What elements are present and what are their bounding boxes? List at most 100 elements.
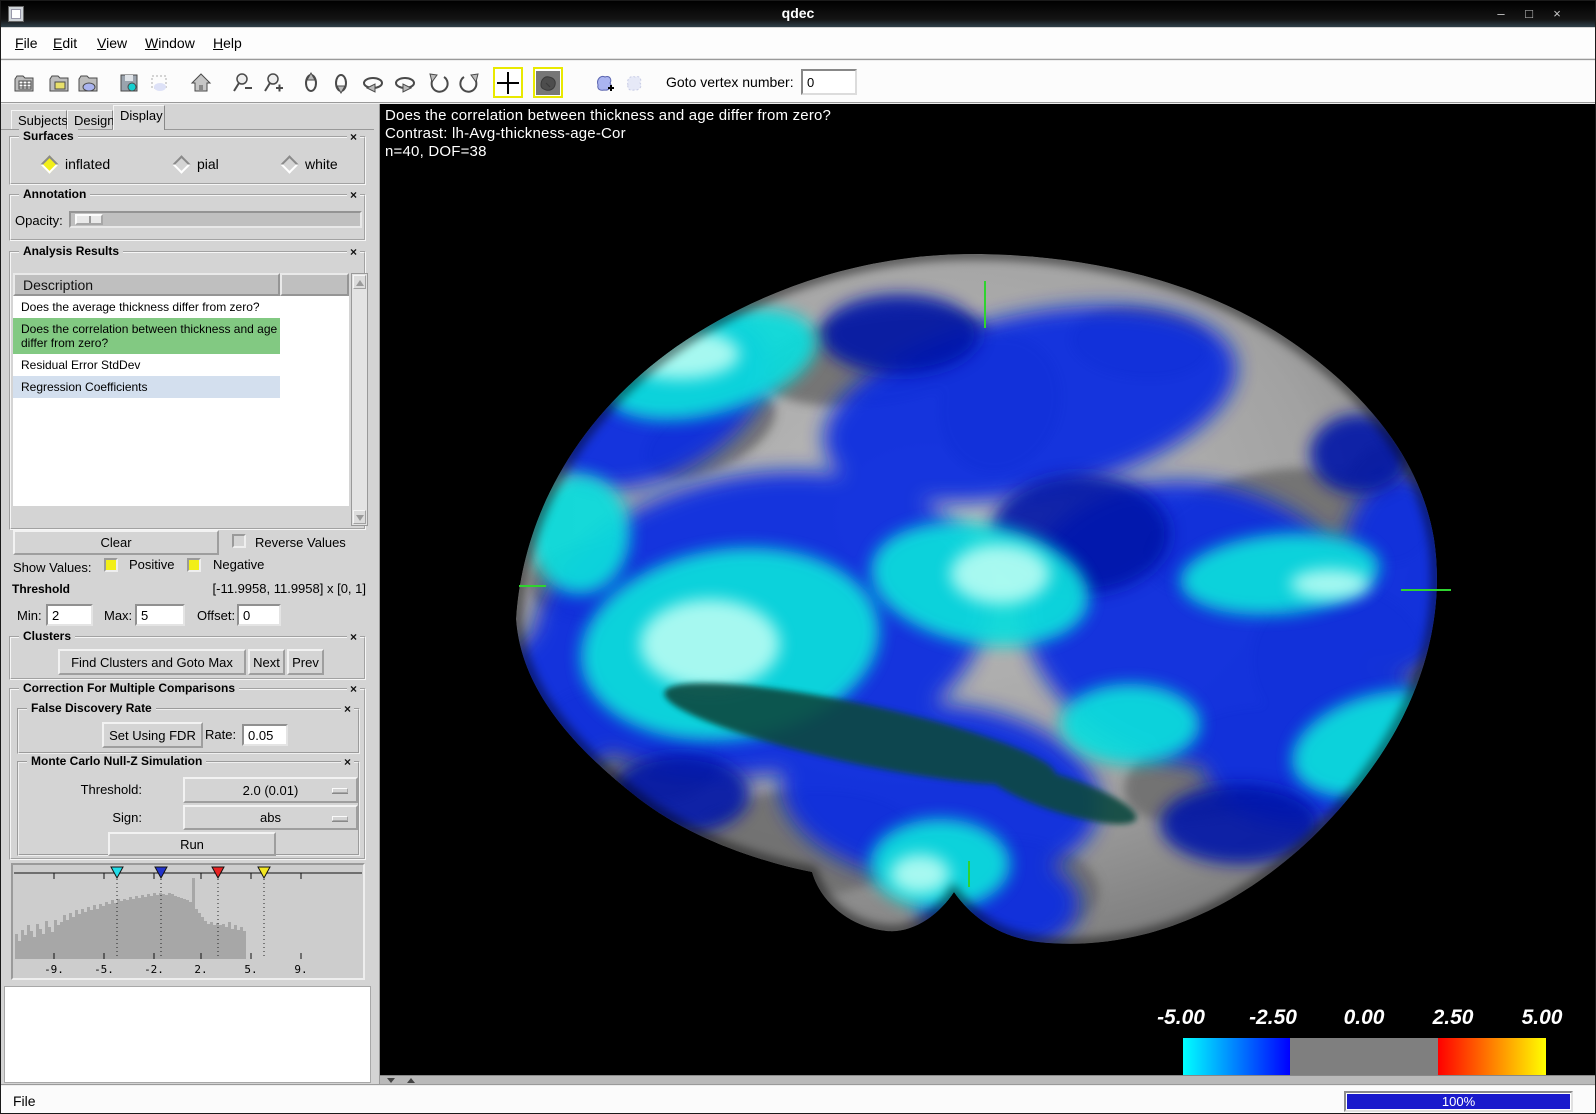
correction-group-close-icon[interactable]: ×	[347, 682, 360, 696]
empty-column-header[interactable]	[280, 273, 349, 296]
rate-label: Rate:	[205, 727, 236, 742]
zoom-out-icon[interactable]	[228, 67, 258, 98]
reverse-values-label: Reverse Values	[255, 535, 346, 550]
rotate-cw-icon[interactable]	[454, 67, 484, 98]
set-using-fdr-button[interactable]: Set Using FDR	[102, 722, 203, 748]
load-label-icon[interactable]	[73, 67, 103, 98]
analysis-results-group-close-icon[interactable]: ×	[347, 245, 360, 259]
goto-vertex-input[interactable]	[801, 69, 857, 95]
home-view-icon[interactable]	[186, 67, 216, 98]
find-clusters-button[interactable]: Find Clusters and Goto Max	[58, 649, 246, 675]
svg-text:5.: 5.	[244, 963, 257, 976]
rotate-ccw-icon[interactable]	[424, 67, 454, 98]
menu-edit[interactable]: Edit	[53, 35, 77, 51]
analysis-results-group: Analysis Results × Description Does the …	[9, 251, 366, 530]
svg-text:9.: 9.	[294, 963, 307, 976]
value-histogram[interactable]: -9.-5.-2.2.5.9.	[11, 863, 365, 980]
colorbar-segment	[1183, 1038, 1290, 1075]
mc-threshold-dropdown[interactable]: 2.0 (0.01)	[183, 777, 358, 803]
mc-sign-dropdown[interactable]: abs	[183, 805, 358, 830]
analysis-results-scrollbar[interactable]	[351, 273, 368, 526]
colorbar-tick-label: 5.00	[1522, 1006, 1563, 1030]
analysis-result-row[interactable]: Does the correlation between thickness a…	[13, 318, 280, 354]
svg-text:-5.: -5.	[94, 963, 114, 976]
prev-cluster-button[interactable]: Prev	[287, 649, 324, 675]
annotation-group-title: Annotation	[19, 187, 90, 201]
clear-button[interactable]: Clear	[13, 530, 219, 555]
run-simulation-button[interactable]: Run	[108, 832, 276, 856]
offset-label: Offset:	[197, 608, 235, 623]
surface-viewer[interactable]: Does the correlation between thickness a…	[380, 104, 1596, 1075]
tab-subjects[interactable]: Subjects	[11, 110, 67, 130]
save-label-icon[interactable]	[144, 67, 174, 98]
clusters-group: Clusters × Find Clusters and Goto Max Ne…	[9, 636, 366, 680]
surfaces-group-close-icon[interactable]: ×	[347, 130, 360, 144]
surface-label-inflated: inflated	[65, 156, 110, 172]
close-button[interactable]: ×	[1549, 6, 1565, 22]
monte-carlo-group-title: Monte Carlo Null-Z Simulation	[27, 754, 206, 768]
menu-help[interactable]: Help	[213, 35, 242, 51]
opacity-slider-thumb[interactable]	[75, 214, 103, 225]
annotation-group-close-icon[interactable]: ×	[347, 188, 360, 202]
scrollbar-down-arrow-icon[interactable]	[353, 510, 366, 524]
surface-radio-inflated[interactable]	[40, 155, 58, 173]
cursor-crosshair-icon[interactable]	[493, 67, 523, 98]
description-column-header[interactable]: Description	[13, 273, 280, 296]
correction-group: Correction For Multiple Comparisons × Fa…	[9, 688, 366, 860]
scroll-left-arrow-icon[interactable]	[387, 1078, 395, 1083]
clusters-group-close-icon[interactable]: ×	[347, 630, 360, 644]
add-selection-icon[interactable]	[589, 67, 619, 98]
scroll-right-arrow-icon[interactable]	[407, 1078, 415, 1083]
rotate-right-icon[interactable]	[390, 67, 420, 98]
overlay-question: Does the correlation between thickness a…	[385, 107, 831, 125]
surface-radio-pial[interactable]	[172, 155, 190, 173]
tab-display[interactable]: Display	[113, 105, 165, 130]
progress-fill: 100%	[1347, 1094, 1570, 1109]
fdr-rate-input[interactable]	[242, 724, 288, 746]
surface-radio-white[interactable]	[280, 155, 298, 173]
analysis-result-row[interactable]: Regression Coefficients	[13, 376, 280, 398]
surface-label-white: white	[305, 156, 338, 172]
rotate-down-icon[interactable]	[326, 67, 356, 98]
colorbar-tick-label: 0.00	[1344, 1006, 1385, 1030]
menu-window[interactable]: Window	[145, 35, 195, 51]
negative-checkbox[interactable]	[187, 558, 201, 572]
load-project-file-icon[interactable]	[44, 67, 74, 98]
offset-input[interactable]	[237, 604, 281, 626]
load-data-table-icon[interactable]	[9, 67, 39, 98]
rotate-up-icon[interactable]	[296, 67, 326, 98]
menu-file[interactable]: File	[15, 35, 38, 51]
analysis-result-row[interactable]: Residual Error StdDev	[13, 354, 280, 376]
show-curvature-icon[interactable]	[533, 67, 563, 98]
empty-panel-area	[4, 986, 371, 1083]
colorbar-segment	[1290, 1038, 1438, 1075]
next-cluster-button[interactable]: Next	[248, 649, 285, 675]
minimize-button[interactable]: –	[1493, 6, 1509, 22]
save-data-table-icon[interactable]	[114, 67, 144, 98]
opacity-slider[interactable]	[69, 211, 362, 228]
fdr-group-close-icon[interactable]: ×	[341, 702, 354, 716]
overlay-contrast: Contrast: lh-Avg-thickness-age-Cor	[385, 125, 831, 143]
maximize-button[interactable]: □	[1521, 6, 1537, 22]
reverse-values-checkbox[interactable]	[232, 534, 246, 548]
monte-carlo-group-close-icon[interactable]: ×	[341, 755, 354, 769]
zoom-in-icon[interactable]	[259, 67, 289, 98]
title-bar: qdec – □ ×	[1, 1, 1595, 27]
max-label: Max:	[104, 608, 132, 623]
max-input[interactable]	[135, 604, 185, 626]
scrollbar-up-arrow-icon[interactable]	[353, 275, 366, 289]
monte-carlo-group: Monte Carlo Null-Z Simulation × Threshol…	[17, 761, 360, 856]
rotate-left-icon[interactable]	[358, 67, 388, 98]
progress-bar: 100%	[1344, 1091, 1573, 1112]
min-input[interactable]	[46, 604, 93, 626]
dropdown-indicator-icon	[332, 788, 348, 793]
remove-selection-icon[interactable]	[619, 67, 649, 98]
status-text: File	[13, 1093, 36, 1109]
display-tab-body: Surfaces × inflatedpialwhite Annotation …	[1, 129, 374, 1084]
menu-view[interactable]: View	[97, 35, 127, 51]
view-scrollbar[interactable]	[380, 1075, 1596, 1084]
brain-surface-render[interactable]	[380, 104, 1596, 1075]
positive-checkbox[interactable]	[104, 558, 118, 572]
analysis-result-row[interactable]: Does the average thickness differ from z…	[13, 296, 280, 318]
tab-design[interactable]: Design	[67, 110, 113, 130]
